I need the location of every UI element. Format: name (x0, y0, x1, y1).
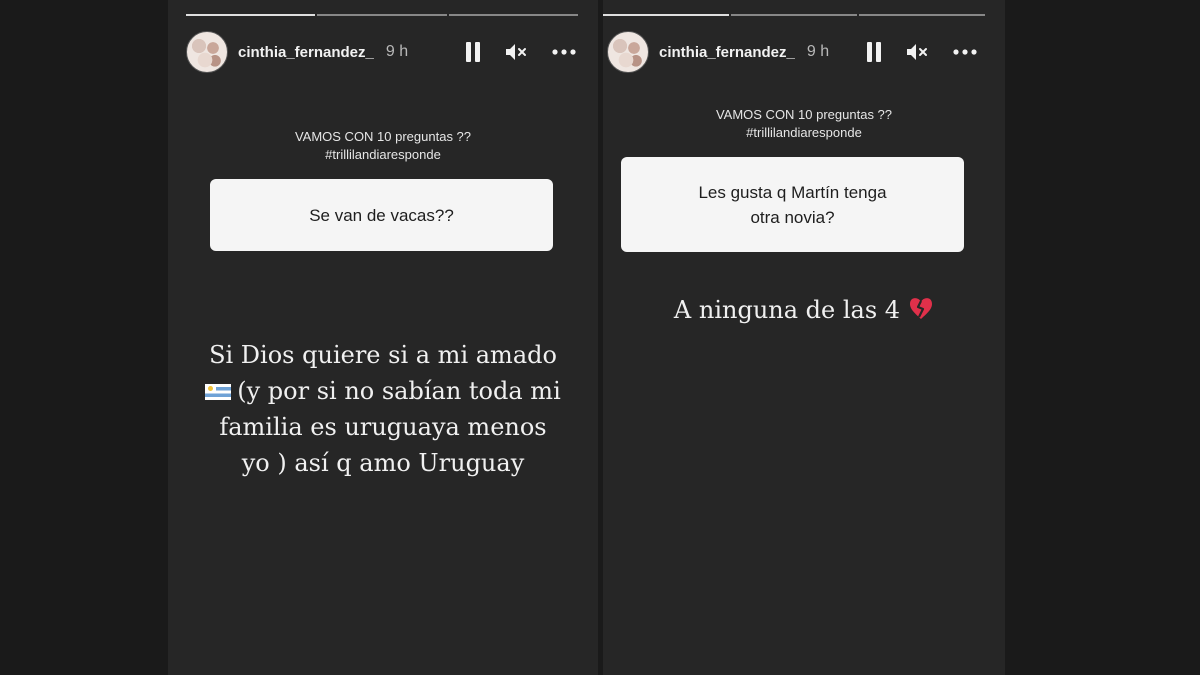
progress-segment (731, 14, 857, 16)
story-controls (867, 42, 977, 62)
answer-line: yo ) así q amo Uruguay (241, 449, 525, 477)
timestamp: 9 h (385, 43, 409, 60)
question-sticker-title: VAMOS CON 10 preguntas ?? #trillilandiar… (168, 128, 598, 164)
story-progress-bar (603, 14, 985, 18)
hashtag: #trillilandiaresponde (325, 147, 441, 162)
question-card: Les gusta q Martín tenga otra novia? (621, 157, 964, 252)
progress-segment (448, 14, 578, 16)
question-sticker-title: VAMOS CON 10 preguntas ?? #trillilandiar… (603, 106, 1005, 142)
answer-text: Si Dios quiere si a mi amado (y por si n… (168, 337, 598, 481)
question-line: otra novia? (750, 207, 835, 227)
story-progress-bar (186, 14, 578, 18)
story-header: cinthia_fernandez_ 9 h (603, 30, 977, 74)
avatar[interactable] (186, 31, 228, 73)
more-options-icon[interactable] (953, 49, 977, 55)
uruguay-flag-icon (205, 384, 232, 400)
pause-icon[interactable] (867, 42, 881, 62)
username[interactable]: cinthia_fernandez_ (659, 44, 795, 61)
progress-segment (317, 14, 447, 16)
hashtag: #trillilandiaresponde (746, 125, 862, 140)
answer-line: (y por si no sabían toda mi (237, 377, 561, 405)
question-title: VAMOS CON 10 preguntas ?? (294, 129, 472, 144)
answer-line: Si Dios quiere si a mi amado (209, 341, 557, 369)
speaker-muted-icon[interactable] (905, 42, 929, 62)
answer-line-with-flag: (y por si no sabían toda mi (168, 373, 598, 409)
username[interactable]: cinthia_fernandez_ (238, 44, 374, 61)
broken-heart-icon (908, 294, 934, 330)
progress-segment (603, 14, 729, 16)
story-controls (466, 42, 576, 62)
question-text: Les gusta q Martín tenga otra novia? (698, 180, 886, 230)
question-title: VAMOS CON 10 preguntas ?? (715, 107, 893, 122)
timestamp: 9 h (806, 43, 830, 60)
pause-icon[interactable] (466, 42, 480, 62)
progress-segment (859, 14, 985, 16)
story-header: cinthia_fernandez_ 9 h (186, 30, 576, 74)
question-text: Se van de vacas?? (309, 205, 454, 225)
question-line: Les gusta q Martín tenga (698, 182, 887, 202)
story-panel-left: cinthia_fernandez_ 9 h VAMOS CON 10 preg… (168, 0, 598, 675)
answer-line: familia es uruguaya menos (219, 413, 547, 441)
answer-text: A ninguna de las 4 (603, 292, 1005, 330)
speaker-muted-icon[interactable] (504, 42, 528, 62)
question-card: Se van de vacas?? (210, 179, 553, 251)
answer-line: A ninguna de las 4 (673, 296, 901, 324)
progress-segment (186, 14, 316, 16)
story-panel-right: cinthia_fernandez_ 9 h VAMOS CON 10 preg… (603, 0, 1005, 675)
more-options-icon[interactable] (552, 49, 576, 55)
avatar[interactable] (607, 31, 649, 73)
